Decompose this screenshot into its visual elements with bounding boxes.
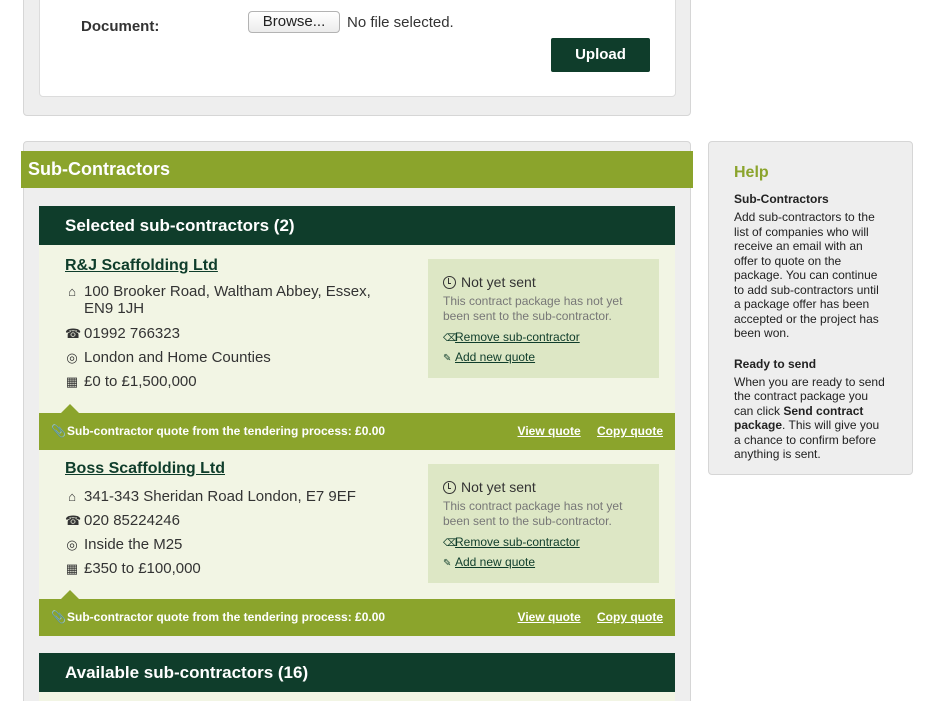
add-new-quote-link[interactable]: ✎ Add new quote: [443, 350, 644, 364]
address-line: ⌂ 100 Brooker Road, Waltham Abbey, Essex,…: [65, 283, 384, 317]
paperclip-icon: 📎: [51, 610, 66, 624]
status-box: Not yet sent This contract package has n…: [428, 464, 659, 583]
quote-text: Sub-contractor quote from the tendering …: [67, 424, 386, 438]
clock-icon: [443, 481, 456, 494]
remove-label: Remove sub-contractor: [455, 535, 580, 549]
home-icon: ⌂: [68, 284, 76, 299]
pencil-icon: ✎: [443, 558, 452, 569]
view-quote-link[interactable]: View quote: [518, 424, 581, 438]
quote-bar: 📎Sub-contractor quote from the tendering…: [39, 590, 675, 636]
section-title: Sub-Contractors: [21, 151, 693, 188]
status-box: Not yet sent This contract package has n…: [428, 259, 659, 378]
area-text: London and Home Counties: [84, 349, 271, 366]
help-text-ready: When you are ready to send the contract …: [734, 375, 887, 462]
sub-contractor-card: Boss Scaffolding Ltd ⌂ 341-343 Sheridan R…: [39, 450, 675, 636]
phone-line: ☎ 020 85224246: [65, 512, 180, 529]
area-text: Inside the M25: [84, 536, 183, 553]
sub-contractor-card: R&J Scaffolding Ltd ⌂ 100 Brooker Road, W…: [39, 245, 675, 450]
address-line: ⌂ 341-343 Sheridan Road London, E7 9EF: [65, 488, 384, 505]
calculator-icon: ▦: [65, 561, 79, 576]
status-title-text: Not yet sent: [461, 479, 536, 495]
remove-sub-contractor-link[interactable]: ⌫Remove sub-contractor: [443, 330, 644, 344]
help-heading-ready: Ready to send: [734, 356, 817, 371]
file-status: No file selected.: [347, 14, 454, 31]
help-panel: Help Sub-Contractors Add sub-contractors…: [708, 141, 913, 475]
quote-links: View quote Copy quote: [505, 413, 663, 450]
available-heading: Available sub-contractors (16): [39, 653, 675, 692]
status-title-text: Not yet sent: [461, 274, 536, 290]
phone-text: 020 85224246: [84, 512, 180, 529]
area-line: ◎ Inside the M25: [65, 536, 182, 553]
phone-icon: ☎: [65, 513, 82, 528]
browse-button[interactable]: Browse...: [248, 11, 340, 33]
remove-icon: ⌫: [443, 538, 458, 549]
calculator-icon: ▦: [65, 374, 79, 389]
notch: [61, 590, 79, 599]
sub-contractor-name-link[interactable]: Boss Scaffolding Ltd: [65, 460, 225, 478]
location-icon: ◎: [66, 350, 78, 365]
help-text-sub-contractors: Add sub-contractors to the list of compa…: [734, 210, 879, 340]
range-text: £0 to £1,500,000: [84, 373, 197, 390]
selected-heading: Selected sub-contractors (2): [39, 206, 675, 245]
selected-sub-contractors: Selected sub-contractors (2) R&J Scaffol…: [39, 206, 675, 636]
range-line: ▦ £0 to £1,500,000: [65, 373, 197, 390]
help-title: Help: [734, 164, 769, 181]
view-quote-link[interactable]: View quote: [518, 610, 581, 624]
quote-links: View quote Copy quote: [505, 599, 663, 636]
range-line: ▦ £350 to £100,000: [65, 560, 201, 577]
home-icon: ⌂: [68, 489, 76, 504]
phone-line: ☎ 01992 766323: [65, 325, 180, 342]
quote-text: Sub-contractor quote from the tendering …: [67, 610, 386, 624]
upload-card: Document: Browse... No file selected. Up…: [23, 0, 691, 116]
status-title: Not yet sent: [443, 478, 644, 496]
quote-bar: 📎Sub-contractor quote from the tendering…: [39, 404, 675, 450]
range-text: £350 to £100,000: [84, 560, 201, 577]
help-heading-sub-contractors: Sub-Contractors: [734, 192, 829, 206]
notch: [61, 404, 79, 413]
page: Document: Browse... No file selected. Up…: [0, 0, 935, 701]
add-quote-label: Add new quote: [455, 350, 536, 364]
phone-text: 01992 766323: [84, 325, 180, 342]
upload-form: Document: Browse... No file selected. Up…: [39, 0, 676, 97]
add-new-quote-link[interactable]: ✎ Add new quote: [443, 555, 644, 569]
location-icon: ◎: [66, 537, 78, 552]
address-text: 341-343 Sheridan Road London, E7 9EF: [84, 488, 356, 505]
area-line: ◎ London and Home Counties: [65, 349, 271, 366]
document-label: Document:: [81, 18, 160, 35]
remove-label: Remove sub-contractor: [455, 330, 580, 344]
paperclip-icon: 📎: [51, 424, 66, 438]
phone-icon: ☎: [65, 326, 82, 341]
address-text: 100 Brooker Road, Waltham Abbey, Essex, …: [84, 283, 371, 317]
sub-contractor-name-link[interactable]: R&J Scaffolding Ltd: [65, 257, 218, 275]
status-description: This contract package has not yet been s…: [443, 499, 623, 528]
status-title: Not yet sent: [443, 273, 644, 291]
pencil-icon: ✎: [443, 353, 452, 364]
copy-quote-link[interactable]: Copy quote: [597, 424, 663, 438]
available-list: [39, 692, 675, 701]
status-description: This contract package has not yet been s…: [443, 294, 623, 323]
copy-quote-link[interactable]: Copy quote: [597, 610, 663, 624]
remove-icon: ⌫: [443, 333, 458, 344]
clock-icon: [443, 276, 456, 289]
remove-sub-contractor-link[interactable]: ⌫Remove sub-contractor: [443, 535, 644, 549]
upload-button[interactable]: Upload: [551, 38, 650, 72]
add-quote-label: Add new quote: [455, 555, 536, 569]
